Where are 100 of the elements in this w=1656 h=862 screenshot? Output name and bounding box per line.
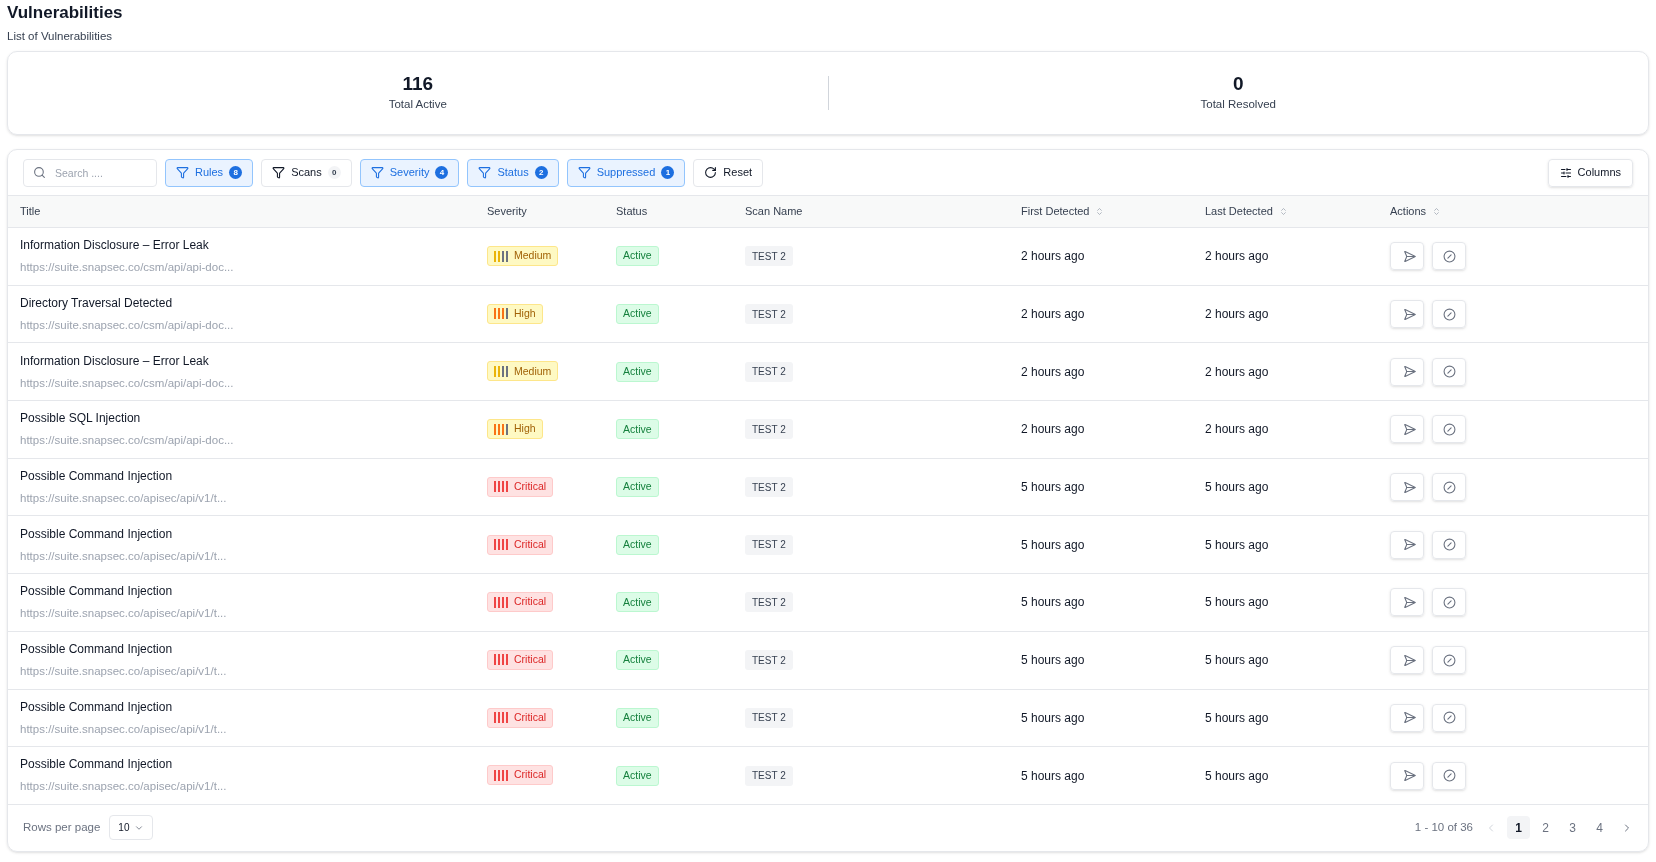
status-badge: Active (616, 477, 659, 498)
severity-badge: High (487, 303, 543, 324)
suppress-button[interactable] (1432, 242, 1466, 271)
page-title: Vulnerabilities (7, 2, 124, 24)
reset-button[interactable]: Reset (693, 158, 764, 187)
suppress-button[interactable] (1432, 703, 1466, 732)
vulnerability-url: https://suite.snapsec.co/csm/api/api-doc... (20, 260, 235, 276)
first-detected: 2 hours ago (1021, 248, 1086, 266)
first-detected: 5 hours ago (1021, 594, 1086, 612)
filter-icon (176, 166, 189, 179)
sort-icon[interactable] (1278, 207, 1288, 216)
filter-icon (370, 166, 384, 179)
vulnerability-title[interactable]: Possible Command Injection (20, 466, 487, 485)
page-button[interactable]: 1 (1507, 816, 1530, 840)
send-button[interactable] (1390, 646, 1424, 675)
send-button[interactable] (1390, 703, 1424, 732)
send-button[interactable] (1390, 588, 1424, 617)
suppress-button[interactable] (1432, 530, 1466, 559)
suppress-button[interactable] (1432, 357, 1466, 386)
severity-badge: Critical (487, 765, 554, 786)
suppress-button[interactable] (1432, 761, 1466, 790)
last-detected: 5 hours ago (1205, 652, 1270, 670)
first-detected: 2 hours ago (1021, 421, 1086, 439)
scan-tag: TEST 2 (745, 477, 793, 498)
columns-button[interactable]: Columns (1547, 158, 1633, 187)
vulnerability-title[interactable]: Possible Command Injection (20, 582, 487, 601)
send-button[interactable] (1390, 761, 1424, 790)
status-badge: Active (616, 650, 659, 671)
page-button[interactable]: 2 (1534, 816, 1557, 840)
status-badge: Active (616, 707, 659, 728)
vulnerability-title[interactable]: Possible Command Injection (20, 755, 487, 774)
vulnerability-title[interactable]: Possible Command Injection (20, 697, 487, 716)
send-button[interactable] (1390, 530, 1424, 559)
last-detected: 5 hours ago (1205, 709, 1270, 727)
page-button[interactable]: 4 (1588, 816, 1611, 840)
send-button[interactable] (1390, 357, 1424, 386)
vulnerability-title[interactable]: Information Disclosure – Error Leak (20, 236, 487, 255)
status-badge: Active (616, 361, 659, 382)
filter-button[interactable]: Status 2 (467, 158, 559, 187)
filter-button[interactable]: Rules 8 (165, 158, 254, 187)
scan-tag: TEST 2 (745, 246, 793, 267)
vulnerability-url: https://suite.snapsec.co/apisec/api/v1/t... (20, 779, 228, 795)
slash-circle-icon (1442, 249, 1456, 263)
status-badge: Active (616, 419, 659, 440)
scan-tag: TEST 2 (745, 361, 793, 382)
send-button[interactable] (1390, 242, 1424, 271)
first-detected: 2 hours ago (1021, 306, 1086, 324)
status-badge: Active (616, 765, 659, 786)
page-button[interactable]: 3 (1561, 816, 1584, 840)
severity-bars-icon (494, 250, 508, 262)
column-header: First Detected (1021, 204, 1090, 220)
suppress-button[interactable] (1432, 300, 1466, 329)
first-detected: 5 hours ago (1021, 767, 1086, 785)
rows-per-page-select[interactable]: 10 (109, 815, 154, 841)
refresh-icon (704, 166, 718, 179)
last-detected: 5 hours ago (1205, 767, 1270, 785)
filter-button[interactable]: Suppressed 1 (566, 158, 686, 187)
suppress-button[interactable] (1432, 588, 1466, 617)
severity-badge: Medium (487, 246, 559, 267)
severity-bars-icon (494, 712, 508, 724)
vulnerability-title[interactable]: Possible Command Injection (20, 640, 487, 659)
vulnerability-title[interactable]: Information Disclosure – Error Leak (20, 351, 487, 370)
stat-value: 0 (1232, 72, 1244, 97)
severity-bars-icon (494, 423, 508, 435)
vulnerability-title[interactable]: Directory Traversal Detected (20, 293, 487, 312)
slash-circle-icon (1442, 769, 1456, 783)
filter-button[interactable]: Scans 0 (261, 158, 352, 187)
severity-bars-icon (494, 365, 508, 377)
slash-circle-icon (1442, 422, 1456, 436)
sort-icon[interactable] (1095, 207, 1105, 216)
column-header: Title (20, 204, 41, 220)
vulnerability-url: https://suite.snapsec.co/csm/api/api-doc... (20, 433, 235, 449)
scan-tag: TEST 2 (745, 534, 793, 555)
slash-circle-icon (1442, 653, 1456, 667)
column-header: Status (616, 204, 648, 220)
slash-circle-icon (1442, 711, 1456, 725)
last-detected: 5 hours ago (1205, 536, 1270, 554)
suppress-button[interactable] (1432, 415, 1466, 444)
send-button[interactable] (1390, 473, 1424, 502)
severity-bars-icon (494, 596, 508, 608)
sort-icon[interactable] (1432, 207, 1442, 216)
filter-icon (478, 166, 492, 179)
column-header: Scan Name (745, 204, 803, 220)
send-button[interactable] (1390, 300, 1424, 329)
filter-button[interactable]: Severity 4 (359, 158, 460, 187)
slash-circle-icon (1442, 538, 1456, 552)
vulnerability-title[interactable]: Possible SQL Injection (20, 409, 487, 428)
filter-count: 1 (661, 166, 675, 179)
first-detected: 5 hours ago (1021, 652, 1086, 670)
severity-badge: Critical (487, 476, 554, 497)
severity-badge: High (487, 419, 543, 440)
rows-per-page-label: Rows per page (23, 820, 101, 836)
filter-icon (272, 166, 286, 179)
suppress-button[interactable] (1432, 646, 1466, 675)
status-badge: Active (616, 534, 659, 555)
vulnerability-title[interactable]: Possible Command Injection (20, 524, 487, 543)
search-field[interactable]: Search .... (23, 158, 157, 187)
suppress-button[interactable] (1432, 473, 1466, 502)
send-button[interactable] (1390, 415, 1424, 444)
first-detected: 5 hours ago (1021, 479, 1086, 497)
